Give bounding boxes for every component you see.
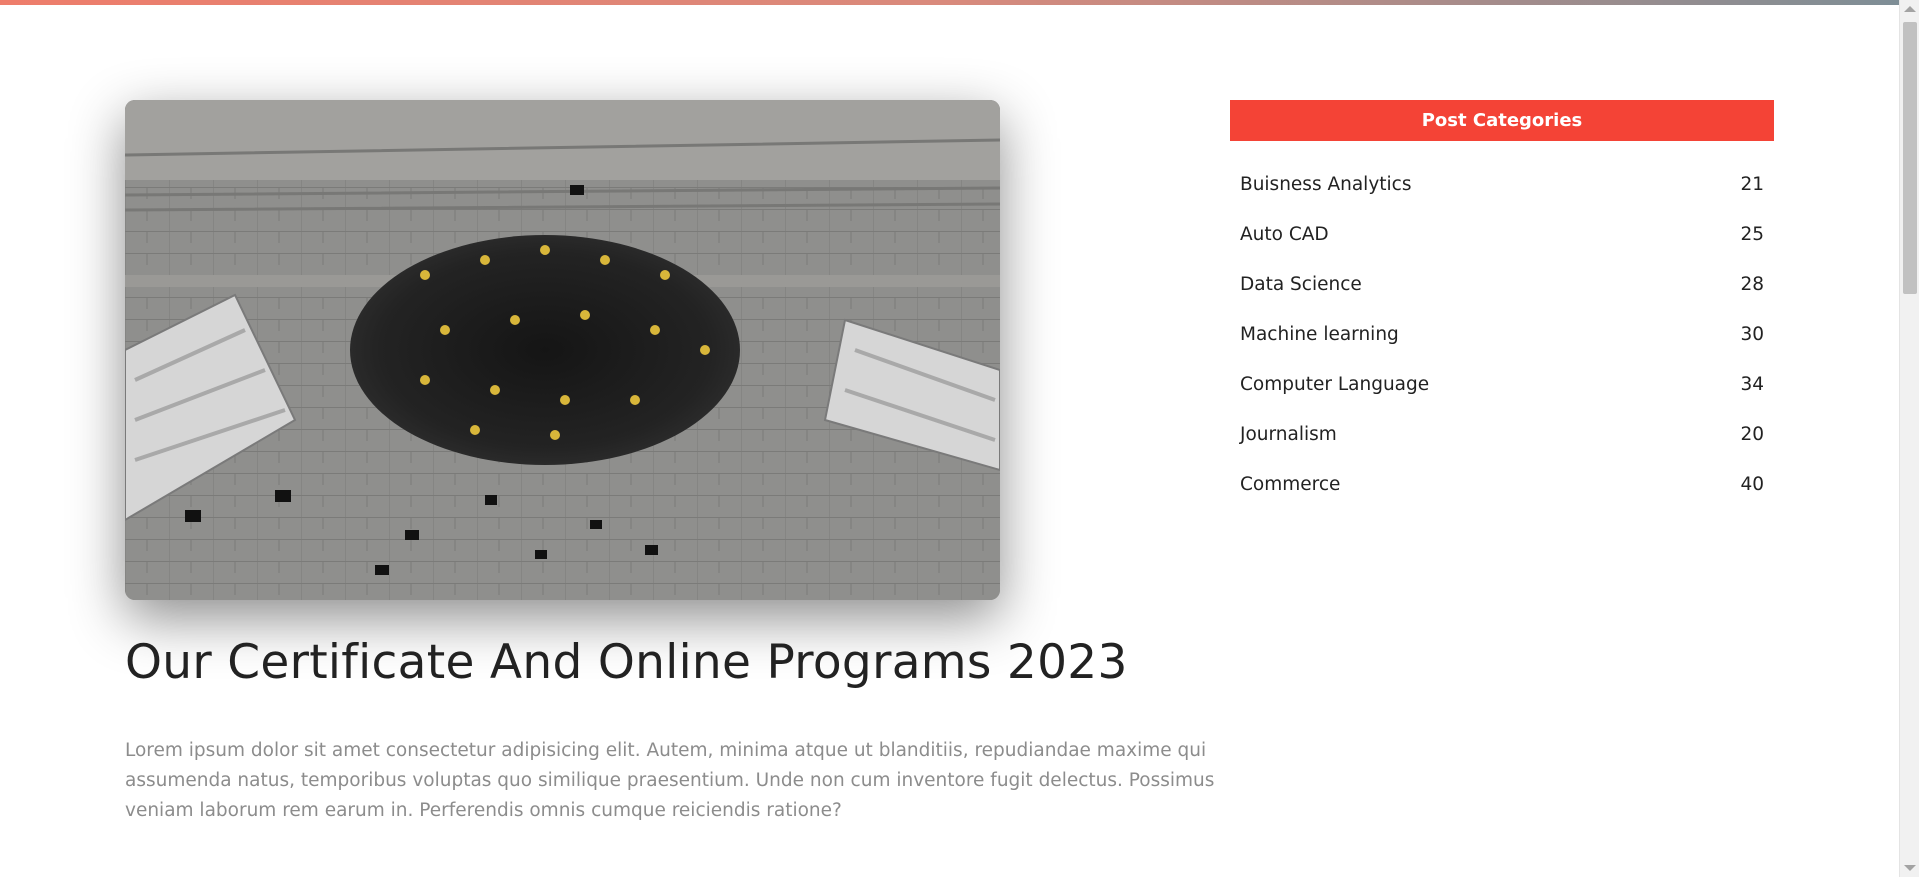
category-label: Data Science xyxy=(1240,273,1362,295)
graduation-photo-illustration xyxy=(125,100,1000,600)
post-categories-sidebar: Post Categories Buisness Analytics 21 Au… xyxy=(1230,100,1774,509)
category-count: 28 xyxy=(1740,273,1764,295)
top-accent-bar xyxy=(0,0,1899,5)
category-list: Buisness Analytics 21 Auto CAD 25 Data S… xyxy=(1230,159,1774,509)
category-count: 34 xyxy=(1740,373,1764,395)
category-count: 40 xyxy=(1740,473,1764,495)
category-count: 25 xyxy=(1740,223,1764,245)
category-label: Commerce xyxy=(1240,473,1341,495)
category-label: Computer Language xyxy=(1240,373,1430,395)
category-count: 20 xyxy=(1740,423,1764,445)
category-label: Auto CAD xyxy=(1240,223,1329,245)
category-item-journalism[interactable]: Journalism 20 xyxy=(1230,409,1774,459)
sidebar-title: Post Categories xyxy=(1230,100,1774,141)
category-count: 21 xyxy=(1740,173,1764,195)
category-label: Journalism xyxy=(1240,423,1337,445)
category-item-commerce[interactable]: Commerce 40 xyxy=(1230,459,1774,509)
category-item-auto-cad[interactable]: Auto CAD 25 xyxy=(1230,209,1774,259)
scrollbar-thumb[interactable] xyxy=(1903,22,1917,294)
scroll-up-arrow-icon[interactable] xyxy=(1904,6,1916,12)
category-count: 30 xyxy=(1740,323,1764,345)
scroll-down-arrow-icon[interactable] xyxy=(1904,865,1916,871)
category-label: Machine learning xyxy=(1240,323,1399,345)
category-item-computer-language[interactable]: Computer Language 34 xyxy=(1230,359,1774,409)
category-item-data-science[interactable]: Data Science 28 xyxy=(1230,259,1774,309)
category-item-machine-learning[interactable]: Machine learning 30 xyxy=(1230,309,1774,359)
page-scrollbar[interactable] xyxy=(1899,0,1919,877)
post-title: Our Certificate And Online Programs 2023 xyxy=(125,635,1128,690)
post-body: Lorem ipsum dolor sit amet consectetur a… xyxy=(125,740,1215,821)
category-label: Buisness Analytics xyxy=(1240,173,1412,195)
graduation-photo xyxy=(125,100,1000,600)
category-item-buisness-analytics[interactable]: Buisness Analytics 21 xyxy=(1230,159,1774,209)
